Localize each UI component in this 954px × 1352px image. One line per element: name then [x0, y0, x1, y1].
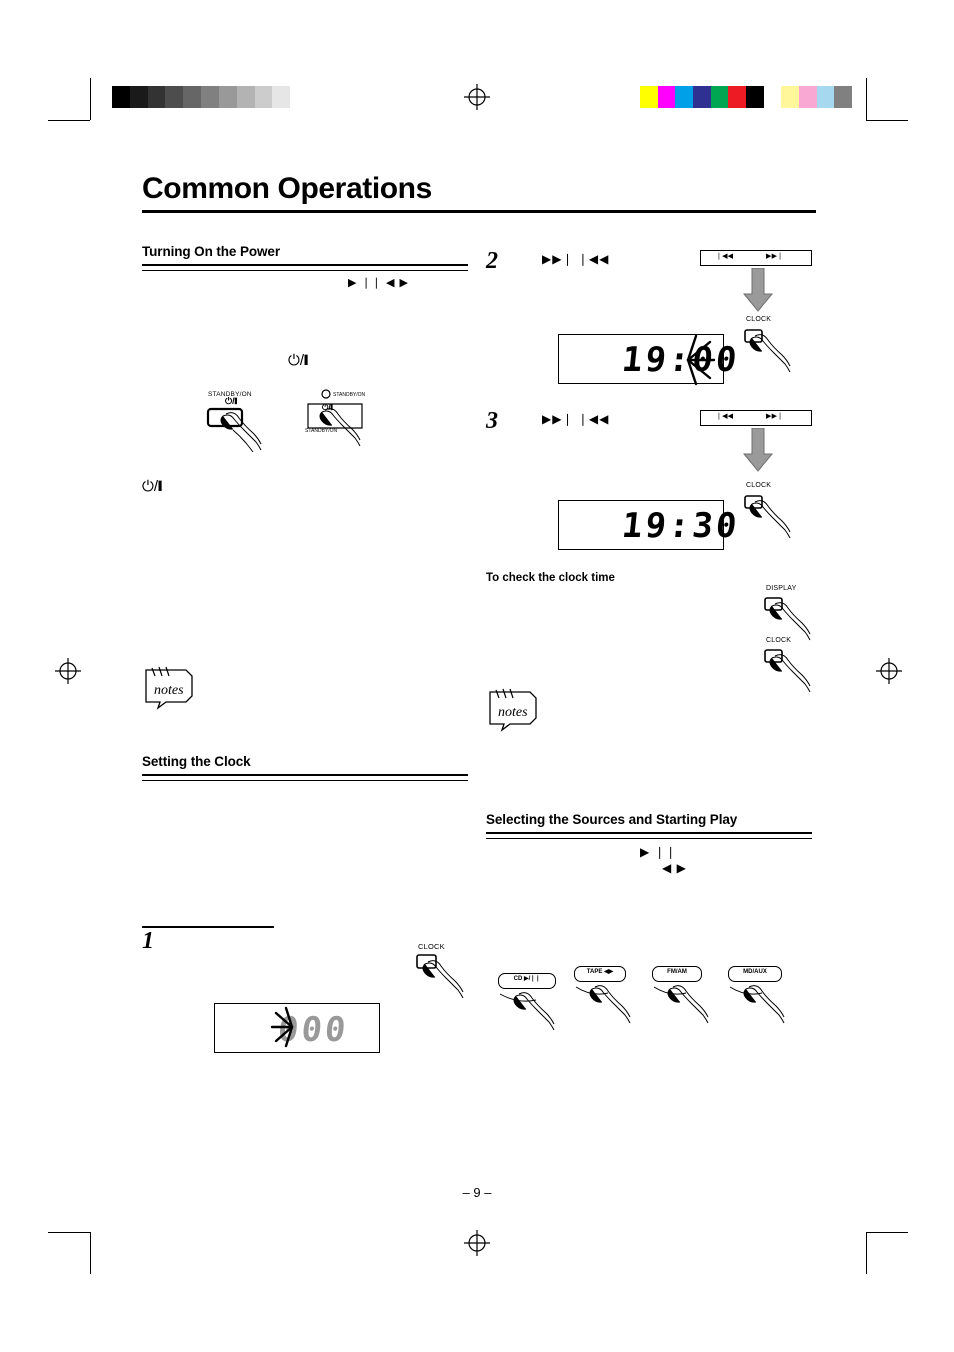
display-button-finger[interactable]: [760, 595, 826, 643]
crop-mark-bl-h: [48, 1232, 90, 1233]
step-number-1: 1: [142, 928, 154, 954]
transport-glyphs-power: ▶ ❘❘ ◀ ▶: [348, 277, 409, 289]
clock-button-label-step3: CLOCK: [746, 482, 772, 489]
crop-mark-tl-h: [48, 120, 90, 121]
grayscale-calibration-bar: [112, 86, 308, 108]
color-swatch-8: [781, 86, 800, 108]
gray-swatch-4: [183, 86, 202, 108]
crop-mark-tr-h: [866, 120, 908, 121]
clock-button-finger-check[interactable]: [760, 647, 826, 695]
step1-rule: [142, 926, 274, 928]
gray-swatch-5: [201, 86, 219, 108]
clock-button-finger-step3[interactable]: [740, 492, 806, 548]
display-button-label: DISPLAY: [766, 585, 797, 592]
power-symbol-body: ⏻/❙: [142, 478, 163, 495]
color-swatch-7: [763, 86, 782, 108]
clock-button-finger-step2[interactable]: [740, 326, 806, 382]
svg-text:notes: notes: [154, 683, 184, 698]
crop-mark-br-h: [866, 1232, 908, 1233]
remote-skip-strip-step2-left-label: ❘◀◀: [716, 253, 734, 260]
gray-swatch-7: [236, 86, 255, 108]
unit-standby-on-finger-illustration[interactable]: [205, 406, 275, 452]
section-heading-setting-clock: Setting the Clock: [142, 754, 251, 769]
color-swatch-2: [675, 86, 694, 108]
registration-mark-left: [55, 658, 81, 684]
section-heading-turning-on-power: Turning On the Power: [142, 244, 280, 259]
svg-text:notes: notes: [498, 705, 528, 720]
notes-icon-left: notes: [140, 662, 194, 710]
registration-mark-bottom: [464, 1230, 490, 1256]
remote-skip-strip-step2-right-label: ▶▶❘: [766, 253, 784, 260]
gray-swatch-6: [218, 86, 237, 108]
sources-glyph-play: ▶ ❘❘: [640, 845, 677, 859]
gray-swatch-1: [129, 86, 148, 108]
gray-swatch-10: [290, 86, 308, 108]
gray-swatch-9: [272, 86, 291, 108]
crop-mark-tr-v: [866, 78, 867, 120]
section-rule-thick-sources: [486, 832, 812, 834]
color-swatch-10: [816, 86, 835, 108]
section-rule-thin-clock: [142, 780, 468, 781]
crop-mark-bl-v: [90, 1232, 91, 1274]
gray-swatch-2: [147, 86, 166, 108]
color-swatch-3: [693, 86, 711, 108]
color-swatch-6: [746, 86, 764, 108]
crop-mark-br-v: [866, 1232, 867, 1274]
step3-glyphs: ▶▶❘ ❘◀◀: [542, 412, 610, 426]
color-swatch-5: [728, 86, 747, 108]
step-number-3: 3: [486, 408, 498, 434]
gray-swatch-3: [165, 86, 184, 108]
color-calibration-bar: [640, 86, 853, 108]
clock-button-label-sources: CLOCK: [418, 942, 445, 951]
clock-button-label-step2: CLOCK: [746, 316, 772, 323]
section-rule-thin-sources: [486, 838, 812, 839]
registration-mark-top: [464, 84, 490, 110]
remote-skip-strip-step3-left-label: ❘◀◀: [716, 413, 734, 420]
section-rule-thick-power: [142, 264, 468, 266]
registration-mark-right: [876, 658, 902, 684]
section-rule-thick-clock: [142, 774, 468, 776]
color-swatch-9: [799, 86, 817, 108]
clock-button-label-check: CLOCK: [766, 637, 792, 644]
source-button-mdaux-finger[interactable]: [726, 973, 796, 1025]
down-arrow-step2: [742, 268, 774, 312]
lcd-value-step3: 19:30: [619, 506, 742, 546]
color-swatch-4: [710, 86, 729, 108]
sources-glyph-skip: ◀ ▶: [662, 861, 687, 875]
color-swatch-0: [640, 86, 658, 108]
subheading-check-clock: To check the clock time: [486, 572, 615, 584]
notes-icon-right: notes: [484, 684, 538, 732]
step2-glyphs: ▶▶❘ ❘◀◀: [542, 252, 610, 266]
source-button-cd-finger[interactable]: [496, 980, 566, 1030]
down-arrow-step3: [742, 428, 774, 472]
color-swatch-1: [657, 86, 676, 108]
section-heading-selecting-sources: Selecting the Sources and Starting Play: [486, 812, 738, 827]
color-swatch-11: [834, 86, 853, 108]
clock-button-finger-sources[interactable]: [412, 952, 478, 1002]
page-number: – 9 –: [462, 1185, 492, 1200]
gray-swatch-8: [254, 86, 273, 108]
source-button-fmam-finger[interactable]: [650, 973, 720, 1025]
source-button-tape-finger[interactable]: [572, 973, 642, 1025]
remote-skip-strip-step3-right-label: ▶▶❘: [766, 413, 784, 420]
power-symbol-inline: ⏻/❙: [288, 352, 309, 369]
remote-standby-on-finger-illustration[interactable]: [300, 398, 372, 450]
section-rule-thin-power: [142, 270, 468, 271]
step-number-2: 2: [486, 248, 498, 274]
title-underline: [142, 210, 816, 213]
crop-mark-tl-v: [90, 78, 91, 120]
page-title: Common Operations: [142, 172, 432, 205]
blink-indicator-step1: [270, 1006, 294, 1048]
gray-swatch-0: [112, 86, 130, 108]
blink-indicator-step2: [686, 334, 716, 386]
page-canvas: Common Operations Turning On the Power ▶…: [0, 0, 954, 1352]
